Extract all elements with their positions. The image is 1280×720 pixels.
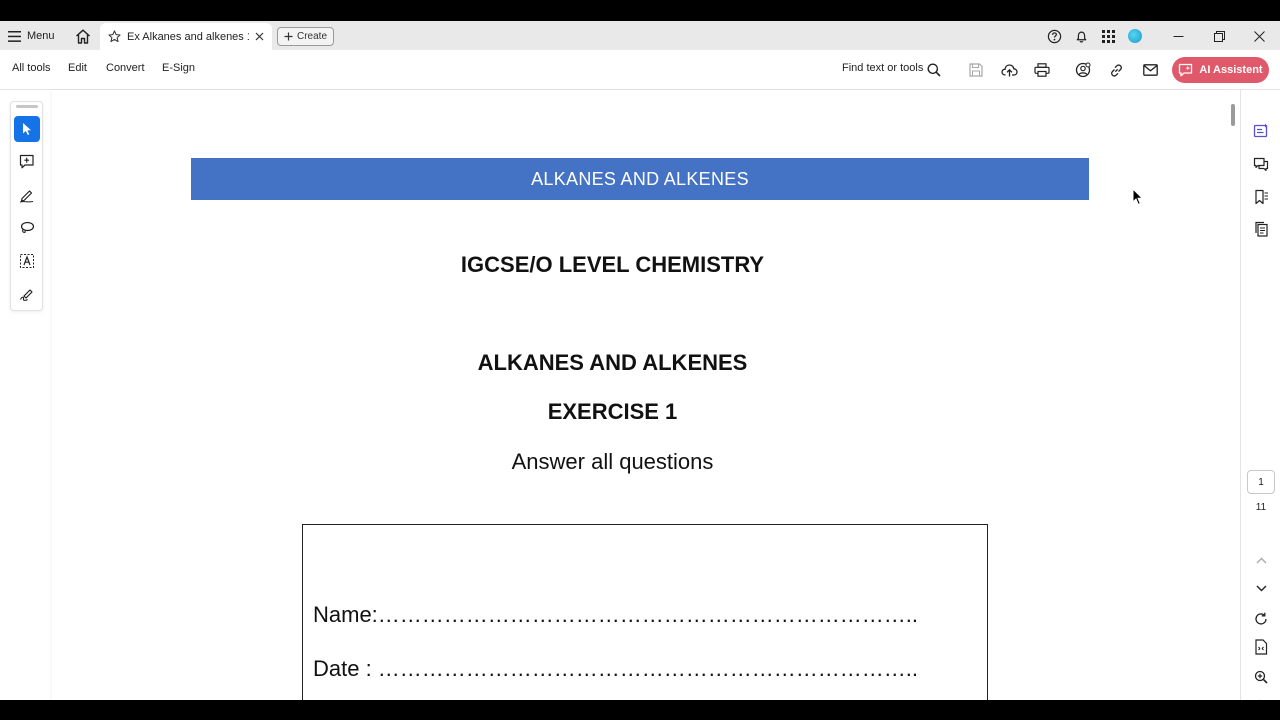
title-bar: Menu Ex Alkanes and alkenes 1... Create [0,21,1280,50]
page-fit-icon [1255,639,1268,655]
right-side-panel: 1 11 [1240,90,1280,700]
tab-title: Ex Alkanes and alkenes 1... [127,30,249,43]
quick-tools-rail [10,101,43,311]
fill-sign-tool-button[interactable] [14,281,40,307]
select-tool-button[interactable] [14,116,40,142]
restore-button[interactable] [1208,25,1230,47]
mail-icon [1142,64,1158,76]
hamburger-icon [8,30,21,42]
draw-tool-button[interactable] [14,182,40,208]
share-person-icon [1075,62,1091,78]
create-label: Create [296,31,327,42]
esign-menu[interactable]: E-Sign [162,62,195,74]
document-area: ALKANES AND ALKENES IGCSE/O LEVEL CHEMIS… [0,90,1240,700]
bell-icon [1076,30,1086,42]
main-toolbar: All tools Edit Convert E-Sign Find text … [0,50,1280,90]
close-icon [1253,30,1265,42]
add-comment-button[interactable] [14,149,40,175]
name-field: Name:……………………………………………………………….. [313,602,919,627]
date-field: Date : ……………………………………………………………….. [313,656,919,681]
star-icon[interactable] [108,30,121,43]
minimize-button[interactable] [1167,25,1189,47]
avatar [1128,29,1142,43]
page-thumbnails-button[interactable] [1250,218,1272,240]
print-button[interactable] [1031,59,1053,81]
comments-panel-button[interactable] [1250,154,1272,176]
lasso-tool-button[interactable] [14,215,40,241]
close-tab-icon[interactable] [255,32,264,41]
search-icon [927,63,941,77]
comments-icon [1253,157,1269,172]
pages-icon [1255,221,1268,237]
menu-label: Menu [27,30,55,42]
email-button[interactable] [1139,59,1161,81]
document-tab[interactable]: Ex Alkanes and alkenes 1... [100,23,272,50]
notifications-button[interactable] [1070,25,1092,47]
apps-grid-icon [1101,29,1115,43]
page-fit-button[interactable] [1250,636,1272,658]
home-button[interactable] [72,25,94,47]
chevron-down-icon [1256,585,1266,591]
save-button[interactable] [965,59,987,81]
exercise-heading: EXERCISE 1 [547,399,678,424]
help-button[interactable] [1043,25,1065,47]
lasso-icon [20,221,35,234]
summary-sparkle-icon [1253,123,1268,138]
ai-assistant-button[interactable]: AI Assistent [1172,57,1269,83]
rotate-view-button[interactable] [1250,608,1272,630]
topic-heading: ALKANES AND ALKENES [477,350,748,375]
share-with-people-button[interactable] [1072,59,1094,81]
bottom-letterbox [0,700,1280,720]
previous-page-button[interactable] [1250,549,1272,571]
search-button[interactable] [923,59,945,81]
profile-button[interactable] [1124,25,1146,47]
current-page-input[interactable]: 1 [1247,470,1275,494]
printer-icon [1034,63,1050,77]
zoom-in-button[interactable] [1250,666,1272,688]
document-banner: ALKANES AND ALKENES [191,158,1089,200]
convert-menu[interactable]: Convert [106,62,145,74]
rail-grip[interactable] [16,105,38,108]
student-info-box: Name:……………………………………………………………….. Date : …… [302,524,988,700]
generative-summary-button[interactable] [1250,120,1272,142]
bookmark-icon [1255,189,1268,205]
copy-link-button[interactable] [1105,59,1127,81]
subject-heading: IGCSE/O LEVEL CHEMISTRY [460,252,765,277]
vertical-scrollbar-thumb[interactable] [1231,104,1235,126]
home-icon [76,29,90,44]
close-window-button[interactable] [1248,25,1270,47]
chevron-up-icon [1256,557,1266,563]
minimize-icon [1173,35,1183,37]
rotate-icon [1255,612,1267,625]
next-page-button[interactable] [1250,577,1272,599]
fill-sign-icon [20,289,33,301]
text-box-icon [20,254,34,268]
help-icon [1047,29,1061,43]
all-tools-menu[interactable]: All tools [12,62,51,74]
menu-button[interactable]: Menu [8,25,55,47]
create-button[interactable]: Create [277,27,334,46]
total-pages: 11 [1255,502,1267,513]
instruction-text: Answer all questions [511,449,714,474]
edit-menu[interactable]: Edit [68,62,87,74]
comment-add-icon [19,154,34,169]
restore-icon [1213,30,1225,42]
upload-button[interactable] [998,59,1020,81]
text-box-tool-button[interactable] [14,248,40,274]
cursor-arrow-icon [23,123,31,135]
ai-assistant-icon [1178,63,1193,77]
pencil-icon [19,190,34,203]
plus-icon [284,32,293,41]
bookmarks-panel-button[interactable] [1250,186,1272,208]
cloud-upload-icon [1000,64,1018,77]
ai-assistant-label: AI Assistent [1199,64,1263,76]
save-icon [969,63,983,77]
link-icon [1110,63,1122,77]
find-text-or-tools[interactable]: Find text or tools [842,62,923,74]
pdf-page: ALKANES AND ALKENES IGCSE/O LEVEL CHEMIS… [52,90,1227,700]
zoom-in-icon [1254,670,1268,684]
pdf-viewer-app: Menu Ex Alkanes and alkenes 1... Create [0,21,1280,700]
apps-button[interactable] [1097,25,1119,47]
mouse-pointer-icon [1132,188,1144,206]
